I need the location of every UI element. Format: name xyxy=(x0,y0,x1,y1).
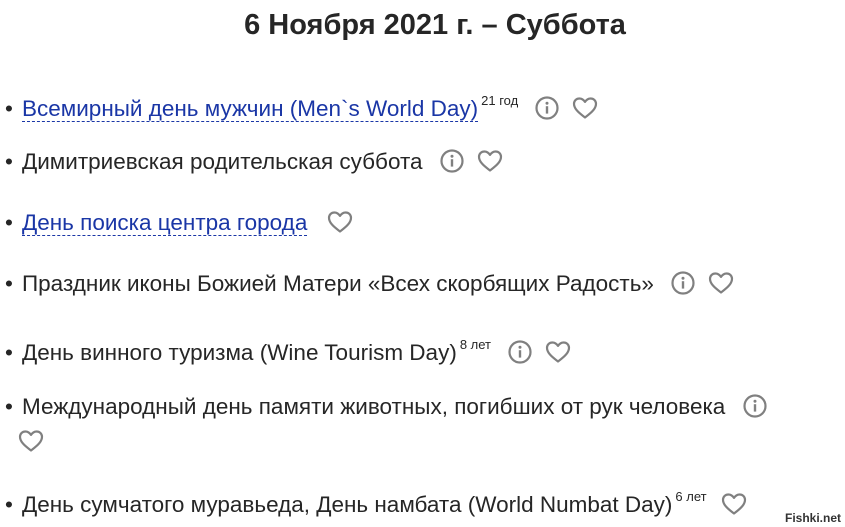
bullet: • xyxy=(5,149,13,174)
age-badge: 8 лет xyxy=(459,337,492,352)
heart-icon[interactable] xyxy=(327,210,353,242)
info-icon[interactable] xyxy=(440,149,464,181)
bullet: • xyxy=(5,492,13,517)
list-item: • День винного туризма (Wine Tourism Day)… xyxy=(5,330,835,372)
heart-icon[interactable] xyxy=(545,340,571,372)
bullet: • xyxy=(5,96,13,121)
info-icon[interactable] xyxy=(671,271,695,303)
watermark: Fishki.net xyxy=(784,511,841,525)
bullet: • xyxy=(5,271,13,296)
bullet: • xyxy=(5,394,13,419)
holiday-name: Праздник иконы Божией Матери «Всех скорб… xyxy=(22,271,654,296)
age-badge: 6 лет xyxy=(675,489,707,504)
holiday-name: Международный день памяти животных, поги… xyxy=(22,394,726,419)
holiday-list: • Всемирный день мужчин (Men`s World Day)… xyxy=(0,0,845,527)
holiday-name: Димитриевская родительская суббота xyxy=(22,149,423,174)
heart-icon[interactable] xyxy=(18,429,44,461)
info-icon[interactable] xyxy=(508,340,532,372)
list-item: • Димитриевская родительская суббота xyxy=(5,147,835,181)
list-item: • Праздник иконы Божией Матери «Всех скор… xyxy=(5,269,835,303)
info-icon[interactable] xyxy=(535,96,560,128)
holiday-link-city-center-day[interactable]: День поиска центра города xyxy=(22,210,308,236)
heart-icon[interactable] xyxy=(721,492,747,524)
heart-icon[interactable] xyxy=(572,96,598,128)
heart-icon[interactable] xyxy=(477,149,503,181)
info-icon[interactable] xyxy=(742,394,767,426)
age-badge: 21 год xyxy=(481,93,519,108)
list-item: • Всемирный день мужчин (Men`s World Day)… xyxy=(5,86,835,128)
wrapped-line xyxy=(18,427,835,461)
bullet: • xyxy=(5,340,13,365)
list-item: • День сумчатого муравьеда, День намбата … xyxy=(5,482,835,524)
bullet: • xyxy=(5,210,13,235)
holiday-link-mens-world-day[interactable]: Всемирный день мужчин (Men`s World Day) xyxy=(22,96,479,122)
holiday-name: День сумчатого муравьеда, День намбата (… xyxy=(22,492,673,517)
heart-icon[interactable] xyxy=(708,271,734,303)
list-item: • Международный день памяти животных, пог… xyxy=(5,392,835,461)
holiday-name: День винного туризма (Wine Tourism Day) xyxy=(22,340,457,365)
list-item: • День поиска центра города xyxy=(5,208,835,242)
